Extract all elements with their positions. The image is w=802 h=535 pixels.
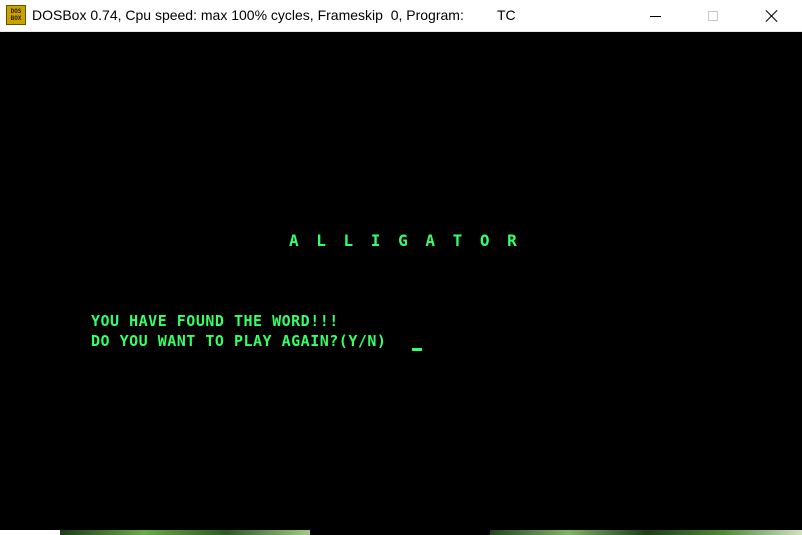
minimize-button[interactable] (632, 0, 678, 32)
minimize-icon (649, 15, 661, 17)
win-message: YOU HAVE FOUND THE WORD!!! (91, 312, 339, 330)
icon-label-bottom: BOX (10, 15, 22, 22)
title-bar[interactable]: DOS BOX DOSBox 0.74, Cpu speed: max 100%… (0, 0, 802, 32)
desktop-wallpaper-right (490, 530, 802, 535)
dosbox-window: DOS BOX DOSBox 0.74, Cpu speed: max 100%… (0, 0, 802, 535)
text-cursor (412, 348, 422, 351)
window-title: DOSBox 0.74, Cpu speed: max 100% cycles,… (32, 7, 464, 23)
play-again-prompt: DO YOU WANT TO PLAY AGAIN?(Y/N) (91, 332, 387, 350)
maximize-icon (708, 11, 718, 21)
close-icon (765, 9, 779, 23)
maximize-button[interactable] (690, 0, 736, 32)
close-button[interactable] (749, 0, 795, 32)
dosbox-app-icon[interactable]: DOS BOX (6, 5, 26, 25)
revealed-word: A L L I G A T O R (289, 231, 521, 250)
icon-label-top: DOS (10, 8, 22, 15)
desktop-wallpaper-dark (310, 530, 490, 535)
program-name: TC (497, 7, 516, 23)
desktop-wallpaper-left (60, 530, 310, 535)
dos-screen[interactable]: A L L I G A T O R YOU HAVE FOUND THE WOR… (0, 32, 802, 530)
